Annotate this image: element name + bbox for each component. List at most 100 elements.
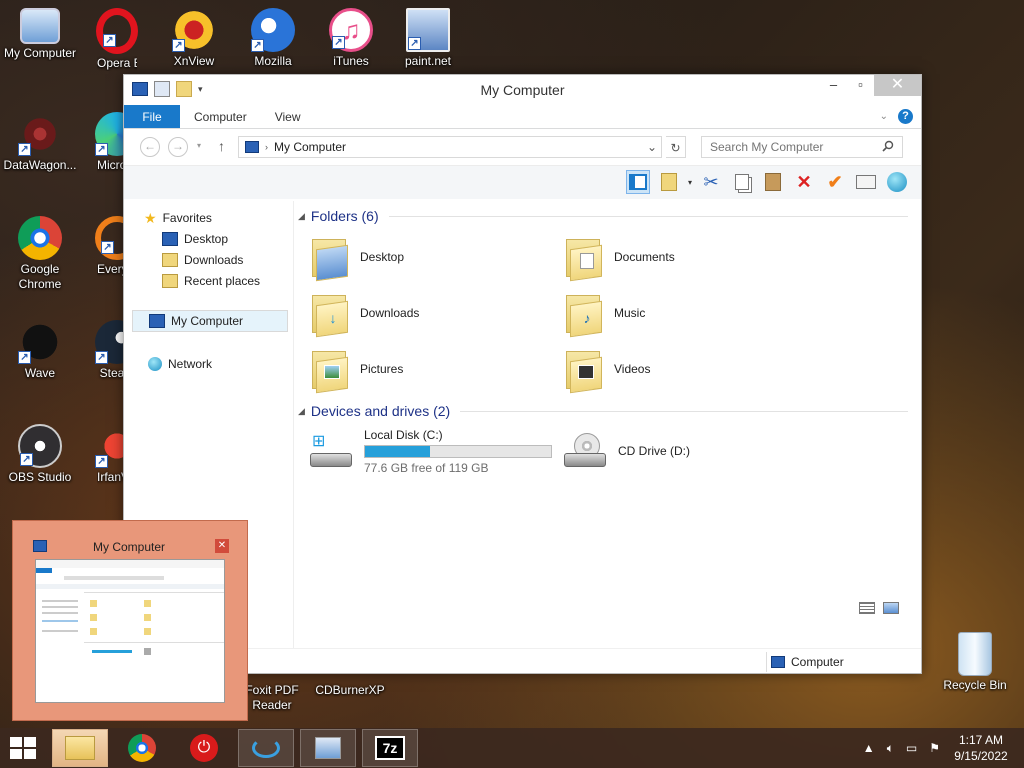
network-icon — [148, 357, 162, 371]
nav-downloads[interactable]: Downloads — [124, 249, 289, 271]
desktop-icon-recycle-bin[interactable]: Recycle Bin — [935, 632, 1015, 693]
preview-pane-button[interactable] — [625, 170, 650, 194]
desktop-icon-obs[interactable]: ↗ OBS Studio — [0, 424, 80, 485]
command-toolbar: ▾ ✂ ✕ ✔ — [124, 165, 921, 199]
refresh-button[interactable]: ↻ — [666, 136, 686, 158]
taskbar-thumbnail[interactable]: My Computer ✕ — [12, 520, 248, 721]
maximize-button[interactable]: ▫ — [847, 75, 874, 96]
properties-button[interactable] — [854, 170, 878, 194]
rename-button[interactable]: ✔ — [823, 170, 847, 194]
shortcut-arrow-icon: ↗ — [251, 39, 264, 52]
collapse-triangle-icon[interactable]: ◢ — [298, 211, 305, 222]
folders-group-header[interactable]: ◢ Folders (6) — [298, 206, 908, 226]
tab-computer[interactable]: Computer — [180, 105, 261, 128]
status-location: Computer — [766, 652, 916, 672]
copy-button[interactable] — [730, 170, 754, 194]
thumbnail-preview[interactable] — [35, 559, 225, 703]
nav-network[interactable]: Network — [124, 353, 289, 375]
nav-label: Desktop — [184, 232, 229, 246]
folder-videos[interactable]: Videos — [564, 343, 804, 395]
search-icon[interactable] — [882, 140, 894, 152]
taskbar-7zip[interactable]: 7z — [362, 729, 418, 767]
drives-group-header[interactable]: ◢ Devices and drives (2) — [298, 401, 908, 421]
tab-view[interactable]: View — [261, 105, 315, 128]
desktop-icon-itunes[interactable]: ♫ ↗ iTunes — [311, 8, 391, 69]
ribbon-right-controls: ⌄ ? — [880, 109, 913, 124]
computer-icon — [771, 656, 785, 668]
action-center-icon[interactable]: ⚑ — [929, 741, 940, 755]
group-title: Devices and drives (2) — [310, 403, 451, 419]
back-button[interactable]: ← — [140, 137, 160, 157]
details-view-icon[interactable] — [859, 602, 875, 614]
chevron-down-icon[interactable]: ⌄ — [643, 140, 661, 154]
help-icon[interactable]: ? — [898, 109, 913, 124]
large-icons-view-icon[interactable] — [883, 602, 899, 614]
group-divider — [388, 215, 908, 217]
delete-button[interactable]: ✕ — [792, 170, 816, 194]
downloads-folder-icon: ↓ — [310, 291, 350, 338]
select-button[interactable] — [657, 170, 681, 194]
recent-locations-icon[interactable]: ▾ — [197, 141, 201, 150]
drive-cd-d[interactable]: CD Drive (D:) — [562, 425, 690, 477]
folder-pictures[interactable]: Pictures — [310, 343, 550, 395]
desktop-icon-paintnet[interactable]: ↗ paint.net — [388, 8, 468, 69]
7zip-icon: 7z — [375, 736, 405, 760]
taskbar-install-app[interactable] — [300, 729, 356, 767]
taskbar-file-explorer[interactable] — [52, 729, 108, 767]
folder-music[interactable]: ♪ Music — [564, 287, 804, 339]
drive-name: Local Disk (C:) — [364, 427, 443, 442]
music-folder-icon: ♪ — [564, 291, 604, 338]
xnview-icon: ↗ — [172, 8, 216, 52]
address-field[interactable]: › My Computer ⌄ — [238, 136, 662, 158]
desktop-icon-wave[interactable]: ↗ Wave — [0, 320, 80, 381]
drive-local-disk-c[interactable]: ⊞ Local Disk (C:) 77.6 GB free of 119 GB — [308, 425, 552, 477]
collapse-triangle-icon[interactable]: ◢ — [298, 406, 305, 417]
desktop-icon-chrome[interactable]: Google Chrome — [0, 216, 80, 292]
chrome-icon — [18, 216, 62, 260]
preview-pane-icon — [628, 174, 647, 190]
chevron-down-icon[interactable]: ▾ — [688, 178, 692, 187]
nav-my-computer[interactable]: My Computer — [132, 310, 288, 332]
clock[interactable]: 1:17 AM 9/15/2022 — [946, 732, 1016, 764]
search-input[interactable] — [701, 136, 903, 158]
nav-favorites[interactable]: ★ Favorites — [124, 207, 289, 229]
taskbar-chrome[interactable] — [114, 729, 170, 767]
folder-name: Downloads — [360, 306, 420, 320]
breadcrumb-separator-icon[interactable]: › — [265, 142, 268, 152]
show-hidden-icons-icon[interactable]: ▲ — [863, 741, 875, 755]
desktop-icon-mozilla[interactable]: ↗ Mozilla — [233, 8, 313, 69]
desktop-icon-opera[interactable]: ↗ Opera Browser — [77, 8, 157, 71]
start-button[interactable] — [10, 737, 38, 761]
desktop-icon-my-computer[interactable]: My Computer — [0, 8, 80, 61]
clock-time: 1:17 AM — [958, 733, 1004, 747]
forward-button[interactable]: → — [168, 137, 188, 157]
nav-recent-places[interactable]: Recent places — [124, 270, 289, 292]
folder-documents[interactable]: Documents — [564, 231, 804, 283]
desktop-icon-cdburnerxp[interactable]: CDBurnerXP — [310, 683, 390, 698]
taskbar-power-app[interactable]: ⏻ — [176, 729, 232, 767]
desktop-icon-label: Recycle Bin — [943, 678, 1007, 692]
desktop-icon-xnview[interactable]: ↗ XnView — [154, 8, 234, 69]
drive-usage-fill — [365, 445, 431, 457]
folder-downloads[interactable]: ↓ Downloads — [310, 287, 550, 339]
file-explorer-icon — [65, 736, 95, 760]
thumbnail-close-button[interactable]: ✕ — [215, 539, 229, 553]
network-button[interactable] — [885, 170, 909, 194]
paste-button[interactable] — [761, 170, 785, 194]
close-button[interactable]: ✕ — [874, 75, 921, 96]
desktop-icon-datawagon[interactable]: ↗ DataWagon... — [0, 112, 80, 173]
minimize-button[interactable]: – — [820, 75, 847, 96]
taskbar-wave[interactable] — [238, 729, 294, 767]
cut-button[interactable]: ✂ — [699, 170, 723, 194]
nav-desktop[interactable]: Desktop — [124, 228, 289, 250]
network-status-icon[interactable]: ▭ — [906, 741, 917, 755]
expand-ribbon-icon[interactable]: ⌄ — [880, 111, 888, 122]
title-bar[interactable]: ▾ My Computer – ▫ ✕ — [124, 75, 921, 105]
breadcrumb[interactable]: My Computer — [274, 140, 346, 154]
volume-muted-icon[interactable]: 🔈︎ — [887, 741, 894, 756]
shortcut-arrow-icon: ↗ — [172, 39, 185, 52]
up-button[interactable]: ↑ — [218, 138, 225, 154]
tab-file[interactable]: File — [124, 105, 180, 128]
folder-desktop[interactable]: Desktop — [310, 231, 550, 283]
checkmark-icon: ✔ — [827, 171, 843, 192]
